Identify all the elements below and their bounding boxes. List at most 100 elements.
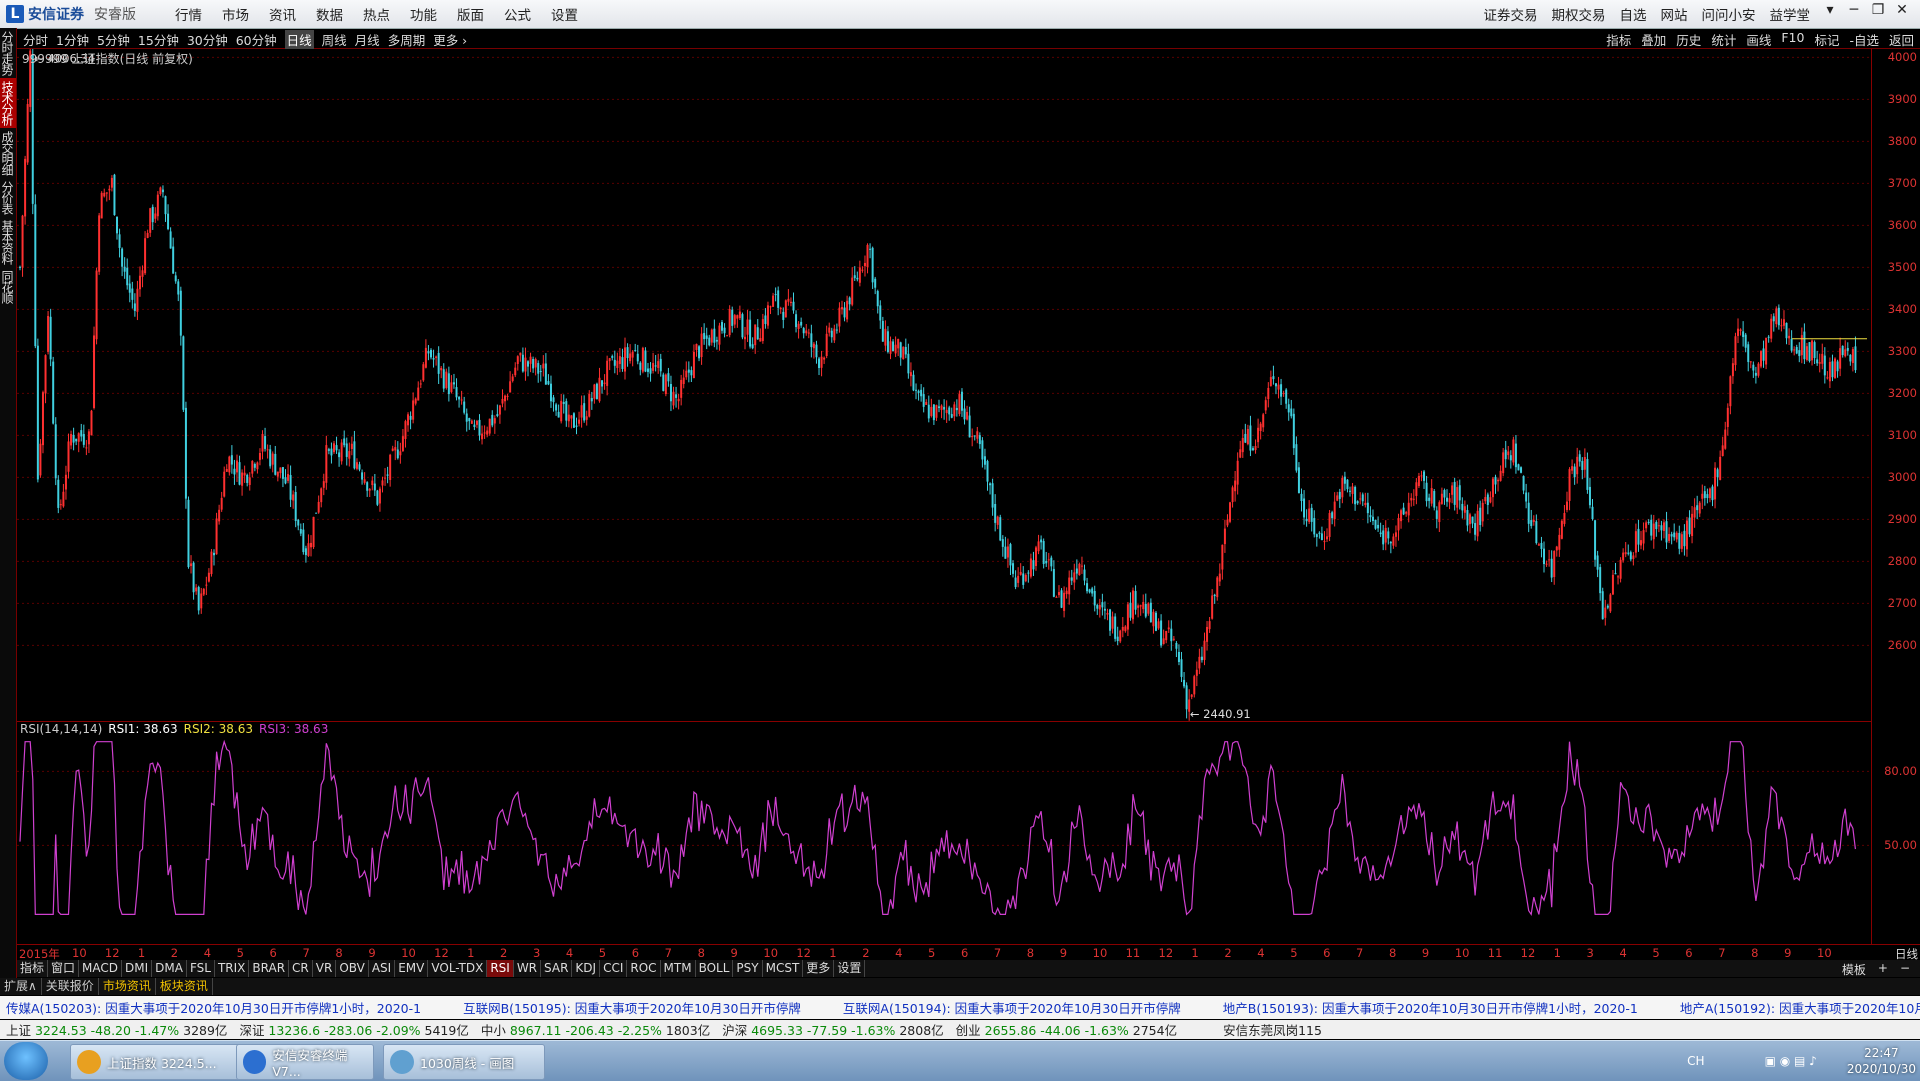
left-tab[interactable]: 分时走势 xyxy=(0,28,16,78)
close-icon[interactable]: ✕ xyxy=(1890,2,1914,18)
indicator-tab[interactable]: RSI xyxy=(487,960,514,977)
indicator-tool[interactable]: − xyxy=(1900,961,1910,978)
period-tab[interactable]: 5分钟 xyxy=(97,30,130,49)
news-item[interactable]: 互联网A(150194): 因重大事项于2020年10月30日开市停牌 xyxy=(843,998,1181,1017)
extension-tab[interactable]: 板块资讯 xyxy=(156,978,213,995)
toolbar-button[interactable]: F10 xyxy=(1781,30,1804,49)
left-tab[interactable]: 技术分析 xyxy=(0,78,16,128)
index-quote[interactable]: 沪深 4695.33 -77.59 -1.63% 2808亿 xyxy=(722,1020,943,1039)
period-tab[interactable]: 周线 xyxy=(322,30,347,49)
indicator-tab[interactable]: CR xyxy=(289,960,313,977)
toolbar-button[interactable]: 画线 xyxy=(1746,30,1771,49)
period-tab[interactable]: 分时 xyxy=(23,30,48,49)
indicator-tool[interactable]: 模板 xyxy=(1842,961,1866,978)
candle xyxy=(1193,674,1196,698)
indicator-tab[interactable]: FSL xyxy=(187,960,215,977)
indicator-tab[interactable]: VR xyxy=(313,960,337,977)
toolbar-button[interactable]: -自选 xyxy=(1849,30,1879,49)
menu-item[interactable]: 版面 xyxy=(457,4,484,24)
date-axis-label: 12 xyxy=(796,946,811,960)
indicator-tab[interactable]: ASI xyxy=(369,960,396,977)
index-quote[interactable]: 创业 2655.86 -44.06 -1.63% 2754亿 xyxy=(956,1020,1177,1039)
menu-item[interactable]: 益学堂 xyxy=(1770,4,1811,24)
menu-item[interactable]: 公式 xyxy=(504,4,531,24)
indicator-tab[interactable]: MTM xyxy=(661,960,696,977)
dropdown-icon[interactable]: ▾ xyxy=(1818,2,1842,18)
indicator-tab[interactable]: BRAR xyxy=(249,960,290,977)
taskbar-task[interactable]: 1030周线 - 画图 xyxy=(383,1044,545,1080)
indicator-tab[interactable]: MACD xyxy=(79,960,123,977)
indicator-tab[interactable]: DMA xyxy=(152,960,187,977)
news-item[interactable]: 互联网B(150195): 因重大事项于2020年10月30日开市停牌 xyxy=(463,998,801,1017)
left-tab[interactable]: 成交明细 xyxy=(0,128,16,178)
toolbar-button[interactable]: 叠加 xyxy=(1641,30,1666,49)
menu-item[interactable]: 设置 xyxy=(551,4,578,24)
menu-item[interactable]: 资讯 xyxy=(269,4,296,24)
period-tab[interactable]: 30分钟 xyxy=(187,30,228,49)
indicator-tab[interactable]: BOLL xyxy=(696,960,734,977)
indicator-tab[interactable]: PSY xyxy=(733,960,763,977)
period-tab[interactable]: 15分钟 xyxy=(138,30,179,49)
period-tab[interactable]: 1分钟 xyxy=(56,30,89,49)
restore-icon[interactable]: ❐ xyxy=(1866,2,1890,18)
toolbar-button[interactable]: 返回 xyxy=(1889,30,1914,49)
indicator-tab[interactable]: 更多 xyxy=(803,960,835,977)
indicator-tab[interactable]: WR xyxy=(514,960,542,977)
indicator-tab[interactable]: KDJ xyxy=(572,960,601,977)
period-tab[interactable]: 多周期 xyxy=(388,30,426,49)
candle xyxy=(685,361,688,380)
indicator-tab[interactable]: CCI xyxy=(600,960,628,977)
indicator-tab[interactable]: MCST xyxy=(763,960,804,977)
menu-item[interactable]: 数据 xyxy=(316,4,343,24)
extension-tab[interactable]: 关联报价 xyxy=(42,978,99,995)
toolbar-button[interactable]: 统计 xyxy=(1711,30,1736,49)
language-indicator[interactable]: CH xyxy=(1687,1054,1704,1068)
menu-item[interactable]: 自选 xyxy=(1620,4,1647,24)
toolbar-button[interactable]: 指标 xyxy=(1606,30,1631,49)
clock[interactable]: 22:47 2020/10/30 xyxy=(1847,1045,1916,1077)
indicator-tab[interactable]: 窗口 xyxy=(48,960,80,977)
menu-item[interactable]: 功能 xyxy=(410,4,437,24)
news-item[interactable]: 地产B(150193): 因重大事项于2020年10月30日开市停牌1小时，20… xyxy=(1223,998,1638,1017)
period-tab[interactable]: 更多 › xyxy=(433,30,467,49)
left-tab[interactable]: 基本资料 xyxy=(0,217,16,267)
menu-item[interactable]: 热点 xyxy=(363,4,390,24)
menu-item[interactable]: 行情 xyxy=(175,4,202,24)
left-tab[interactable]: 分价表 xyxy=(0,178,16,217)
news-item[interactable]: 传媒A(150203): 因重大事项于2020年10月30日开市停牌1小时，20… xyxy=(6,998,421,1017)
menu-item[interactable]: 期权交易 xyxy=(1552,4,1606,24)
index-quote[interactable]: 中小 8967.11 -206.43 -2.25% 1803亿 xyxy=(481,1020,710,1039)
minimize-icon[interactable]: ─ xyxy=(1842,2,1866,18)
toolbar-button[interactable]: 历史 xyxy=(1676,30,1701,49)
menu-item[interactable]: 问问小安 xyxy=(1702,4,1756,24)
menu-item[interactable]: 市场 xyxy=(222,4,249,24)
indicator-tab[interactable]: EMV xyxy=(395,960,429,977)
toolbar-button[interactable]: 标记 xyxy=(1814,30,1839,49)
candlestick-chart[interactable]: ← 4006.34← 2440.91 xyxy=(17,49,1871,722)
start-button[interactable] xyxy=(4,1042,48,1080)
index-quote[interactable]: 深证 13236.6 -283.06 -2.09% 5419亿 xyxy=(239,1020,468,1039)
indicator-tab[interactable]: 指标 xyxy=(17,960,49,977)
period-tab[interactable]: 60分钟 xyxy=(236,30,277,49)
extension-tab[interactable]: 市场资讯 xyxy=(99,978,156,995)
left-tab[interactable]: 同花顺 xyxy=(0,267,16,306)
period-tab[interactable]: 日线 xyxy=(284,30,314,49)
indicator-tab[interactable]: VOL-TDX xyxy=(428,960,488,977)
candle xyxy=(555,402,558,416)
rsi-chart[interactable] xyxy=(17,722,1871,944)
indicator-tab[interactable]: SAR xyxy=(541,960,573,977)
taskbar-task[interactable]: 安信安睿终端V7... xyxy=(236,1044,374,1080)
period-tab[interactable]: 月线 xyxy=(355,30,380,49)
taskbar-task[interactable]: 上证指数 3224.5... xyxy=(70,1044,250,1080)
indicator-tab[interactable]: ROC xyxy=(627,960,661,977)
menu-item[interactable]: 网站 xyxy=(1661,4,1688,24)
indicator-tab[interactable]: DMI xyxy=(122,960,153,977)
indicator-tab[interactable]: 设置 xyxy=(834,960,866,977)
extension-tab[interactable]: 扩展∧ xyxy=(0,978,42,995)
menu-item[interactable]: 证券交易 xyxy=(1484,4,1538,24)
news-item[interactable]: 地产A(150192): 因重大事项于2020年10月30日开市停牌1小时，20… xyxy=(1680,998,1920,1017)
index-quote[interactable]: 上证 3224.53 -48.20 -1.47% 3289亿 xyxy=(6,1020,227,1039)
indicator-tab[interactable]: OBV xyxy=(336,960,369,977)
indicator-tab[interactable]: TRIX xyxy=(215,960,250,977)
indicator-tool[interactable]: + xyxy=(1878,961,1888,978)
